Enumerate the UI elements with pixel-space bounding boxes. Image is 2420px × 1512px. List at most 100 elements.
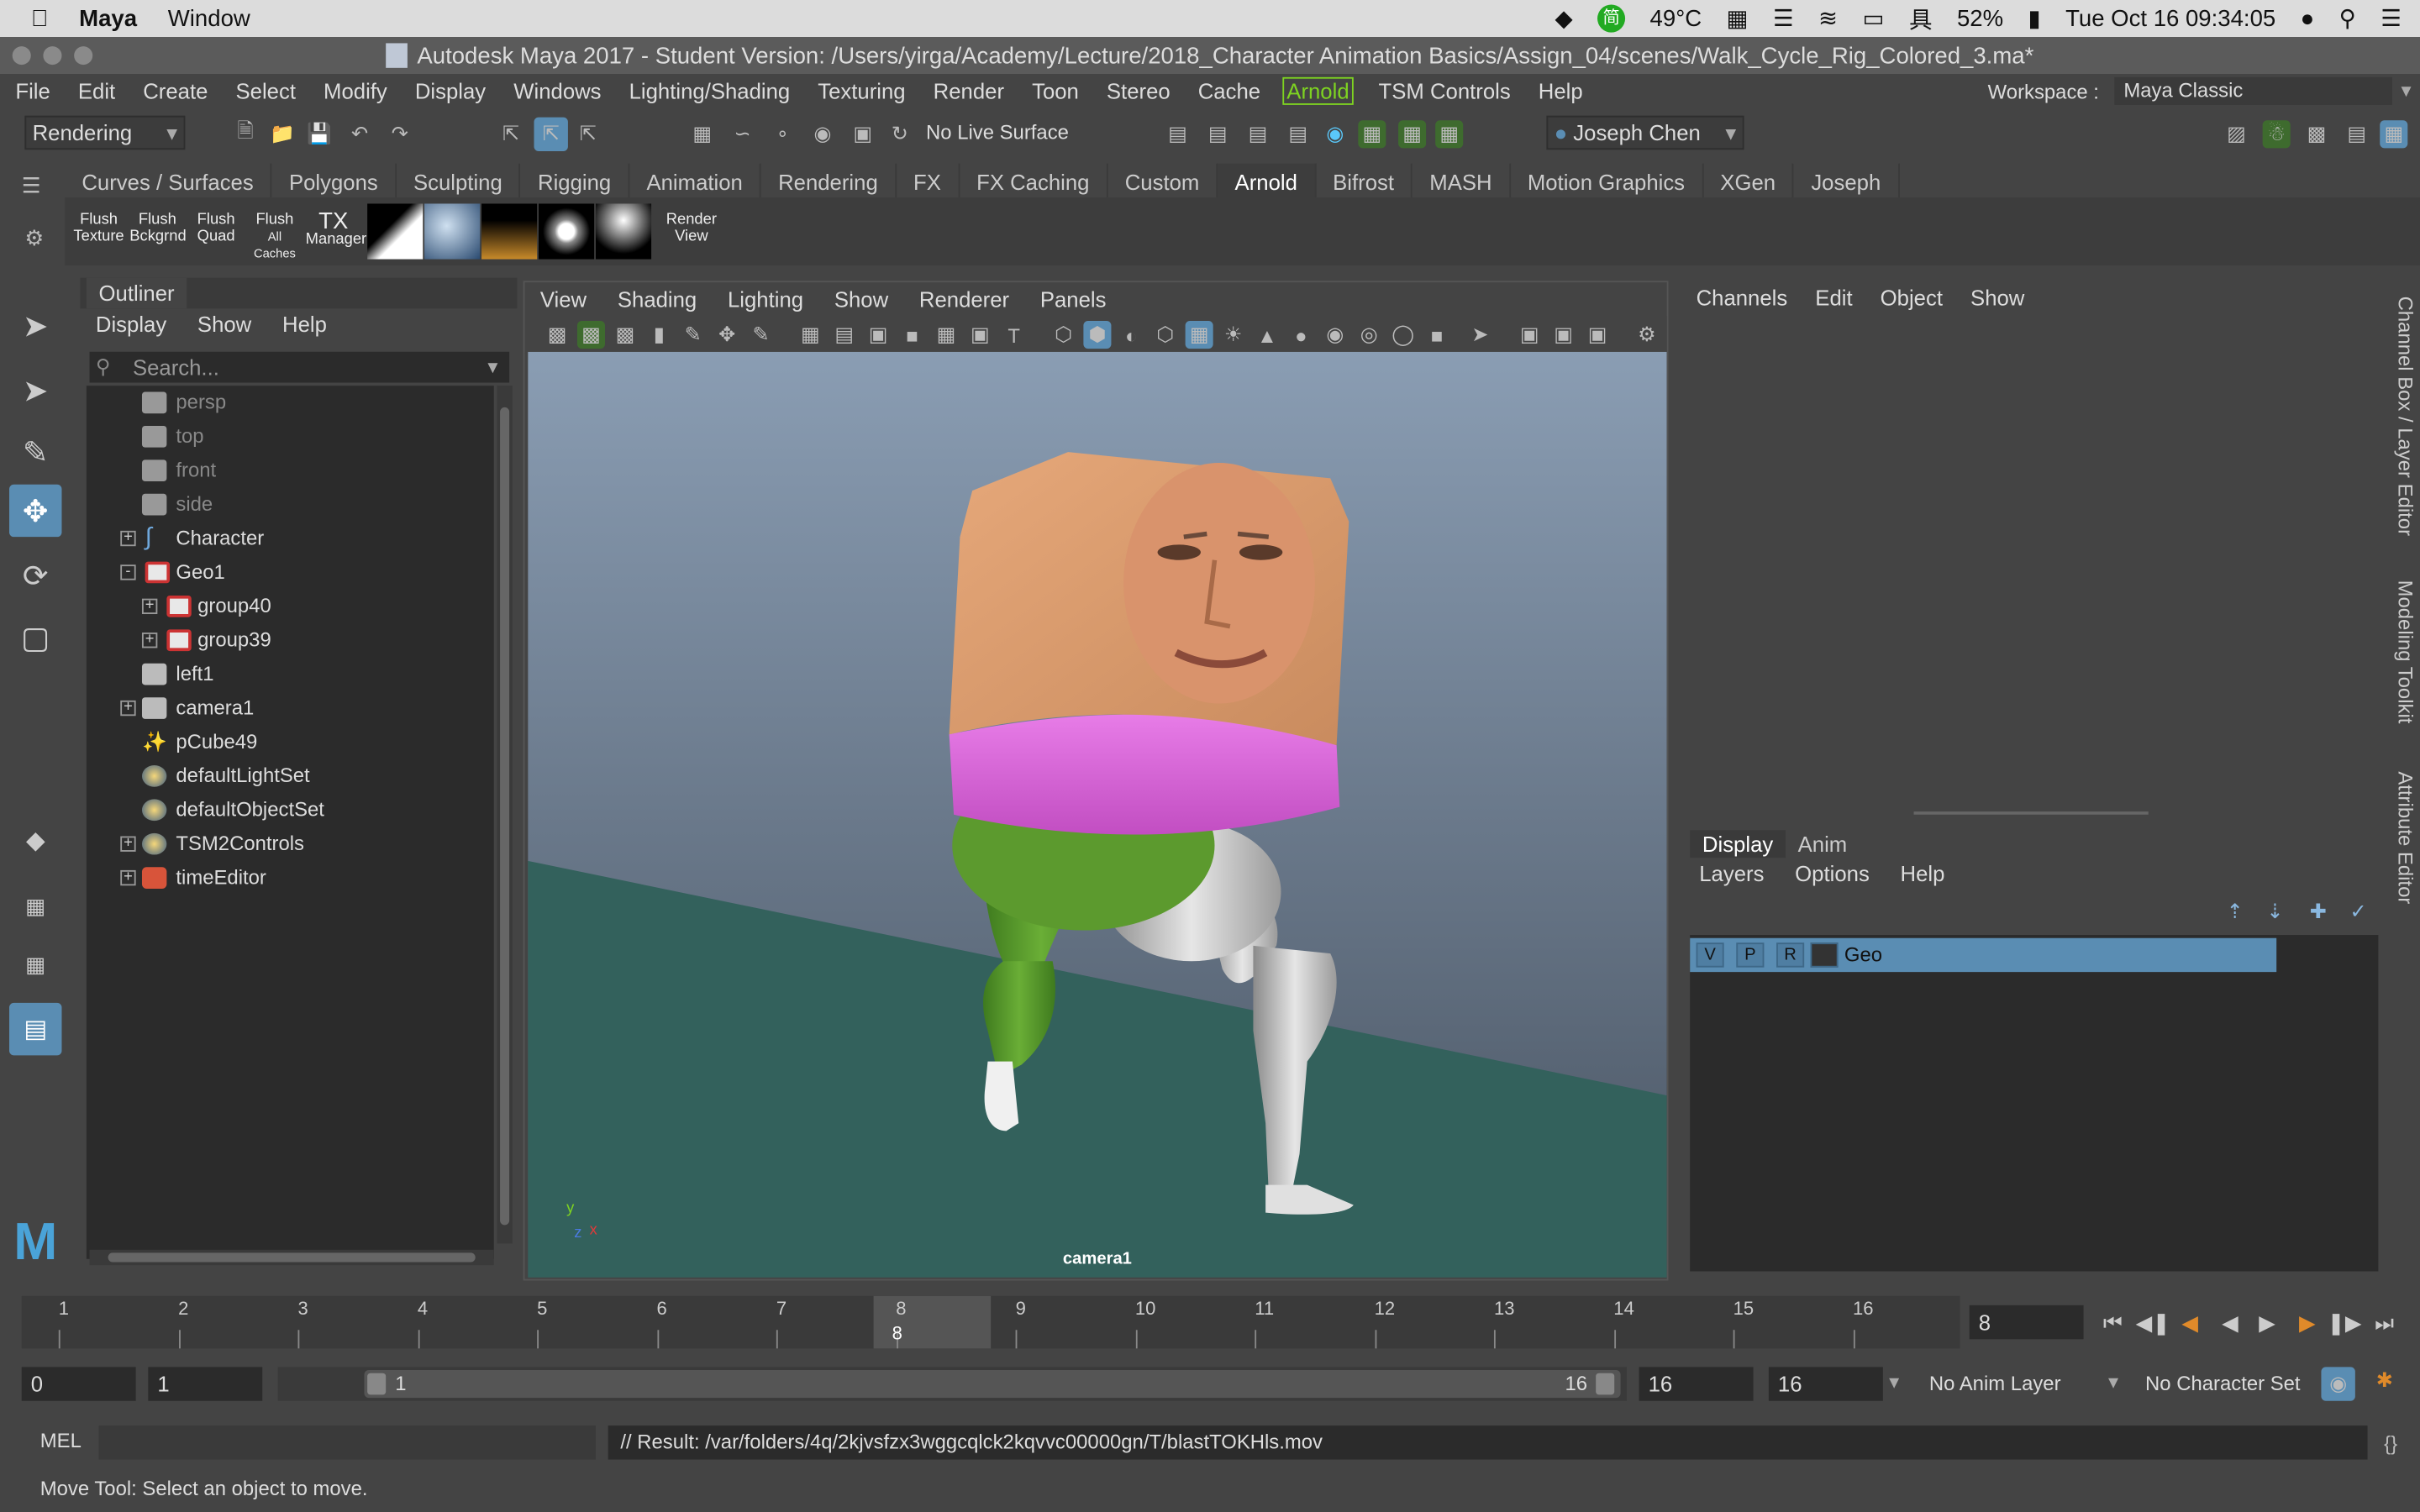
wifi-icon[interactable]: ≋ (1818, 5, 1838, 32)
shelf-tab-custom[interactable]: Custom (1108, 163, 1218, 198)
film-gate-icon[interactable]: ▤ (830, 321, 858, 349)
depth-of-field-icon[interactable]: ◯ (1389, 321, 1417, 349)
physical-sky-button[interactable] (595, 203, 652, 260)
ipr-render-icon[interactable]: ▤ (1244, 120, 1271, 148)
smooth-shade-icon[interactable]: ⬢ (1083, 321, 1112, 349)
side-tab-attribute-editor[interactable]: Attribute Editor (2391, 771, 2420, 904)
range-slider[interactable]: 1 16 (277, 1367, 1627, 1401)
outliner-vertical-scrollbar[interactable] (497, 386, 513, 1244)
single-perspective-layout-icon[interactable]: ◆ (9, 815, 61, 867)
tab-outliner[interactable]: Outliner (86, 277, 187, 309)
textured-icon[interactable]: ▦ (1185, 321, 1213, 349)
backface-culling-icon[interactable]: ▣ (1583, 321, 1611, 349)
outliner-search-input[interactable]: Search... (89, 351, 510, 383)
menu-modify[interactable]: Modify (308, 79, 400, 103)
outliner-menu-show[interactable]: Show (197, 312, 251, 336)
shelf-tab-rigging[interactable]: Rigging (521, 163, 630, 198)
shelf-tab-arnold[interactable]: Arnold (1218, 163, 1316, 198)
wireframe-on-shaded-icon[interactable]: ⬡ (1151, 321, 1179, 349)
exposure-icon[interactable]: ⚙ (1633, 321, 1660, 349)
outliner-item-persp[interactable]: persp (87, 386, 494, 419)
outliner-menu-help[interactable]: Help (282, 312, 327, 336)
side-tab-modeling-toolkit[interactable]: Modeling Toolkit (2391, 580, 2420, 724)
flush-quad-button[interactable]: Flush Quad (188, 203, 244, 259)
channel-menu-object[interactable]: Object (1881, 281, 1943, 314)
chevron-down-icon[interactable]: ▾ (1889, 1370, 1899, 1394)
ambient-occlusion-icon[interactable]: ● (1287, 321, 1315, 349)
menuset-dropdown[interactable]: Rendering ▾ (24, 115, 186, 150)
airplay-icon[interactable]: ▭ (1863, 5, 1885, 32)
outliner-item-tsm2controls[interactable]: + TSM2Controls (87, 827, 494, 860)
snap-view-icon[interactable]: ◉ (808, 120, 836, 148)
render-view-icon[interactable]: ▤ (1284, 120, 1312, 148)
anim-layer-dropdown[interactable]: No Anim Layer (1929, 1372, 2061, 1395)
viewport-menu-show[interactable]: Show (834, 282, 888, 316)
redo-icon[interactable]: ↷ (386, 120, 413, 148)
command-input[interactable] (98, 1425, 596, 1460)
range-start-handle[interactable] (367, 1373, 387, 1395)
scrollbar-thumb[interactable] (500, 407, 510, 1226)
layer-menu-layers[interactable]: Layers (1699, 861, 1764, 885)
menu-windows[interactable]: Windows (498, 79, 613, 103)
persp-outliner-layout-icon[interactable]: ▦ (9, 938, 61, 990)
time-slider[interactable]: 1 2 3 4 5 6 7 8 9 10 11 12 13 14 15 16 8 (21, 1295, 1960, 1349)
input-method-icon[interactable]: 具 (1909, 3, 1933, 35)
attribute-editor-icon[interactable]: ▤ (2343, 120, 2370, 148)
new-layer-icon[interactable]: ✚ (2304, 898, 2332, 926)
layer-playback-toggle[interactable]: P (1736, 942, 1765, 968)
expand-toggle[interactable]: + (141, 632, 158, 648)
side-tab-channel-box[interactable]: Channel Box / Layer Editor (2391, 297, 2420, 536)
menu-cache[interactable]: Cache (1182, 79, 1272, 103)
menu-render[interactable]: Render (918, 79, 1016, 103)
safe-title-icon[interactable]: T (1000, 321, 1028, 349)
channel-menu-edit[interactable]: Edit (1815, 281, 1852, 314)
xray-icon[interactable]: ➤ (1466, 321, 1494, 349)
window-menu[interactable]: Window (168, 5, 250, 31)
shelf-tab-sculpting[interactable]: Sculpting (397, 163, 521, 198)
minimize-window-button[interactable] (43, 46, 62, 66)
tx-manager-button[interactable]: TX Manager (306, 203, 366, 259)
expand-toggle[interactable]: + (120, 869, 136, 886)
move-layer-down-icon[interactable]: ⇣ (2261, 898, 2289, 926)
render-settings-icon[interactable]: ▤ (1164, 120, 1192, 148)
menu-display[interactable]: Display (399, 79, 497, 103)
paint-select-tool-icon[interactable]: ✎ (9, 426, 61, 478)
viewport-scene[interactable]: y x z camera1 (528, 351, 1667, 1278)
outliner-item-character[interactable]: + ∫ Character (87, 522, 494, 555)
auto-key-icon[interactable]: ◉ (2321, 1367, 2355, 1401)
outliner-item-geo1[interactable]: - Geo1 (87, 555, 494, 589)
select-component-icon[interactable]: ⇱ (574, 120, 602, 148)
open-scene-icon[interactable]: 📁 (269, 120, 297, 148)
anti-aliasing-icon[interactable]: ◎ (1355, 321, 1383, 349)
viewport-menu-lighting[interactable]: Lighting (728, 282, 803, 316)
channel-box-toggle-icon[interactable]: ▦ (1358, 120, 1386, 149)
layer-row-geo[interactable]: V P R Geo (1690, 937, 2277, 973)
expand-toggle[interactable]: + (141, 598, 158, 615)
channel-box-body[interactable] (1683, 318, 2388, 809)
outliner-item-timeeditor[interactable]: + timeEditor (87, 861, 494, 895)
shelf-tab-xgen[interactable]: XGen (1703, 163, 1795, 198)
camera-attributes-icon[interactable]: ▩ (611, 321, 639, 349)
rotate-tool-icon[interactable]: ⟳ (9, 549, 61, 601)
current-frame-field[interactable]: 8 (1969, 1305, 2084, 1340)
user-account-dropdown[interactable]: ● Joseph Chen ▾ (1546, 115, 1744, 150)
shelf-tab-mash[interactable]: MASH (1413, 163, 1511, 198)
tab-display[interactable]: Display (1690, 830, 1786, 858)
select-object-icon[interactable]: ⇱ (534, 117, 568, 152)
menu-toon[interactable]: Toon (1017, 79, 1092, 103)
safe-action-icon[interactable]: ▣ (966, 321, 994, 349)
shelf-tab-fx-caching[interactable]: FX Caching (960, 163, 1108, 198)
chevron-down-icon[interactable]: ▾ (2108, 1370, 2118, 1394)
area-light-button[interactable] (367, 203, 424, 260)
shelf-tab-bifrost[interactable]: Bifrost (1316, 163, 1413, 198)
dropbox-icon[interactable]: ◆ (1555, 5, 1573, 32)
outliner-item-front[interactable]: front (87, 454, 494, 487)
viewport-menu-shading[interactable]: Shading (618, 282, 697, 316)
camera-lock-icon[interactable]: ▩ (576, 321, 606, 349)
move-tool-icon[interactable]: ✥ (9, 484, 62, 538)
outliner-item-top[interactable]: top (87, 420, 494, 454)
move-layer-up-icon[interactable]: ⇡ (2221, 898, 2249, 926)
shelf-tab-fx[interactable]: FX (897, 163, 960, 198)
outliner-item-camera1[interactable]: + camera1 (87, 691, 494, 725)
new-layer-selected-icon[interactable]: ✓ (2344, 898, 2372, 926)
